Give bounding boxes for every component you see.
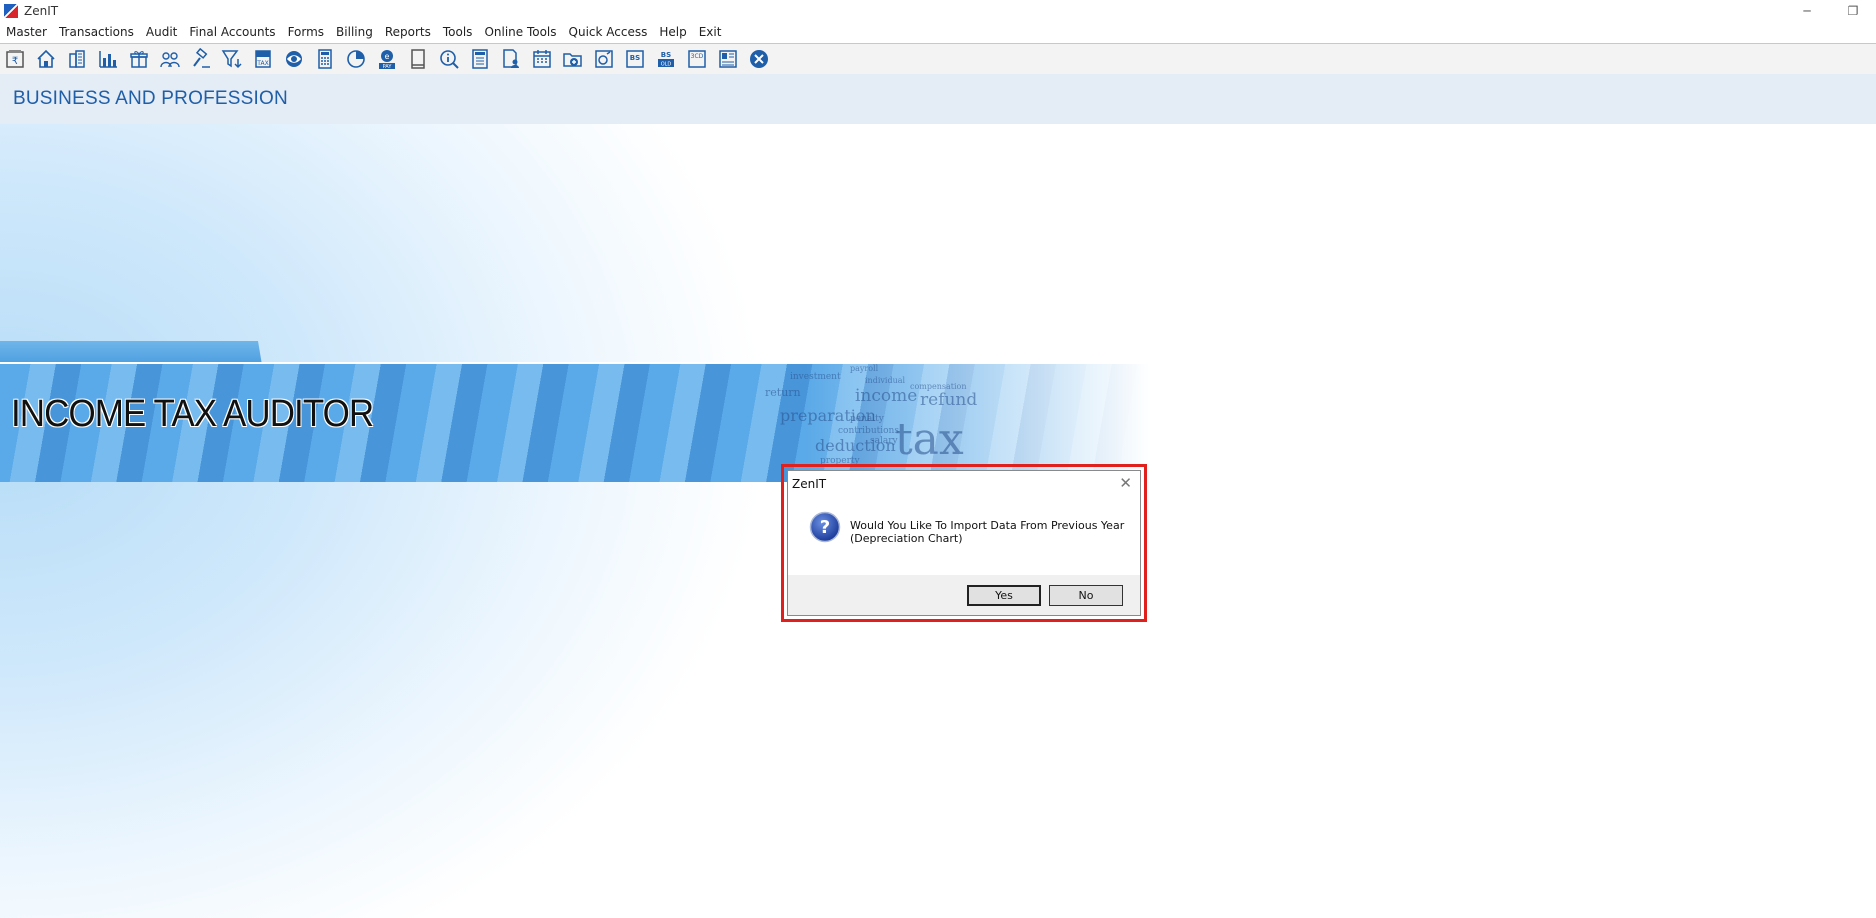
pie-chart-icon[interactable]	[343, 46, 369, 72]
bs-old-icon[interactable]: BS OLD	[653, 46, 679, 72]
folder-add-icon[interactable]	[560, 46, 586, 72]
menu-online-tools[interactable]: Online Tools	[478, 21, 562, 43]
eye-icon[interactable]	[281, 46, 307, 72]
banner-word: individual	[865, 376, 906, 385]
rupee-book-icon[interactable]: ₹	[2, 46, 28, 72]
banner-word: compensation	[910, 382, 967, 391]
svg-text:OLD: OLD	[661, 62, 672, 68]
banner-word: investment	[790, 372, 841, 382]
bs-icon[interactable]: BS	[622, 46, 648, 72]
svg-text:₹: ₹	[12, 56, 18, 67]
banner-word: penalty	[850, 414, 884, 424]
dialog-message: Would You Like To Import Data From Previ…	[850, 519, 1124, 545]
users-icon[interactable]	[157, 46, 183, 72]
minimize-button[interactable]: ─	[1784, 0, 1830, 21]
menu-bar: Master Transactions Audit Final Accounts…	[0, 21, 1876, 44]
close-circle-icon[interactable]	[746, 46, 772, 72]
document-person-icon[interactable]	[498, 46, 524, 72]
banner-word: salary	[870, 436, 898, 446]
window-title: ZenIT	[24, 3, 59, 18]
dialog-footer: Yes No	[788, 575, 1140, 615]
svg-text:?: ?	[820, 517, 830, 538]
banner-word: tax	[895, 414, 964, 465]
3cd-icon[interactable]: 3CD	[684, 46, 710, 72]
menu-reports[interactable]: Reports	[379, 21, 437, 43]
app-logo-icon	[4, 3, 18, 18]
calendar-icon[interactable]	[529, 46, 555, 72]
section-header: BUSINESS AND PROFESSION	[0, 74, 1876, 124]
title-bar: ZenIT ─ ❐	[0, 0, 1876, 21]
calculator-icon[interactable]	[312, 46, 338, 72]
dialog-title: ZenIT	[792, 477, 827, 491]
section-title: BUSINESS AND PROFESSION	[13, 88, 288, 109]
svg-text:BS: BS	[661, 51, 671, 59]
question-icon: ?	[809, 511, 841, 543]
menu-audit[interactable]: Audit	[140, 21, 183, 43]
menu-tools[interactable]: Tools	[437, 21, 479, 43]
building-icon[interactable]	[64, 46, 90, 72]
bar-chart-icon[interactable]	[95, 46, 121, 72]
tax-icon[interactable]: TAX	[250, 46, 276, 72]
menu-exit[interactable]: Exit	[693, 21, 728, 43]
svg-text:PAY: PAY	[383, 64, 393, 70]
banner-word: payroll	[850, 364, 879, 373]
svg-text:e: e	[385, 52, 390, 61]
menu-forms[interactable]: Forms	[282, 21, 330, 43]
restore-button[interactable]: ❐	[1830, 0, 1876, 21]
dialog-body: ? Would You Like To Import Data From Pre…	[788, 499, 1140, 561]
dialog-message-line2: (Depreciation Chart)	[850, 532, 963, 545]
menu-quick-access[interactable]: Quick Access	[563, 21, 654, 43]
banner-word: refund	[920, 390, 978, 410]
svg-text:BS: BS	[630, 54, 640, 62]
refresh-doc-icon[interactable]	[591, 46, 617, 72]
svg-text:TAX: TAX	[256, 60, 268, 67]
no-button[interactable]: No	[1049, 585, 1123, 606]
banner-title: INCOME TAX AUDITOR	[11, 393, 374, 435]
filter-icon[interactable]	[219, 46, 245, 72]
book-icon[interactable]	[405, 46, 431, 72]
menu-master[interactable]: Master	[0, 21, 53, 43]
menu-help[interactable]: Help	[653, 21, 692, 43]
svg-text:3CD: 3CD	[691, 53, 704, 60]
report-icon[interactable]	[467, 46, 493, 72]
banner-word: return	[765, 386, 801, 399]
dialog-close-button[interactable]: ✕	[1119, 474, 1132, 492]
dialog-message-line1: Would You Like To Import Data From Previ…	[850, 519, 1125, 532]
window-controls: ─ ❐	[1784, 0, 1876, 21]
info-search-icon[interactable]	[436, 46, 462, 72]
banner-word: income	[855, 386, 918, 406]
menu-final-accounts[interactable]: Final Accounts	[183, 21, 281, 43]
e-pay-icon[interactable]: e PAY	[374, 46, 400, 72]
ledger-icon[interactable]	[715, 46, 741, 72]
gavel-icon[interactable]	[188, 46, 214, 72]
import-dialog: ZenIT ✕ ? Would You Like To Import Data …	[787, 470, 1141, 616]
banner-word-cloud: payroll investment income refund prepara…	[760, 362, 1060, 480]
toolbar: ₹ TAX e PAY BS BS OLD 3CD	[0, 44, 1876, 74]
gift-icon[interactable]	[126, 46, 152, 72]
menu-billing[interactable]: Billing	[330, 21, 379, 43]
menu-transactions[interactable]: Transactions	[53, 21, 140, 43]
home-icon[interactable]	[33, 46, 59, 72]
yes-button[interactable]: Yes	[967, 585, 1041, 606]
banner-word: contributions	[838, 426, 899, 436]
